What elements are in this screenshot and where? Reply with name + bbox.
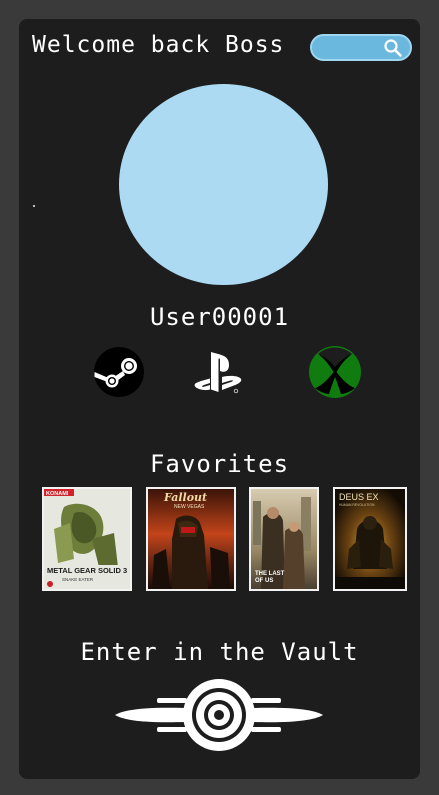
vault-boy-gear-icon[interactable] [113,677,325,753]
search-bar[interactable] [310,34,412,61]
the-last-of-us-cover[interactable]: THE LAST OF US [249,487,319,591]
enter-vault-label: Enter in the Vault [80,638,359,666]
steam-icon[interactable] [93,346,145,398]
deus-ex-cover[interactable]: DEUS EX HUMAN REVOLUTION [333,487,407,591]
cover-subtitle: NEW VEGAS [174,504,205,510]
playstation-icon[interactable] [192,350,244,396]
favorites-heading: Favorites [149,450,290,478]
avatar[interactable] [119,84,328,285]
cover-subtitle: OF US [255,578,273,584]
cover-title: DEUS EX [339,492,379,502]
device-frame: Welcome back Boss User00001 Favorites KO… [0,0,439,795]
fallout-new-vegas-cover[interactable]: Fallout NEW VEGAS [146,487,236,591]
metal-gear-solid-3-cover[interactable]: KONAMI METAL GEAR SOLID 3 SNAKE EATER [42,487,132,591]
cover-title: THE LAST [255,571,285,577]
username-label: User00001 [149,303,290,331]
cover-title: METAL GEAR SOLID 3 [47,566,127,575]
search-icon[interactable] [383,38,403,58]
welcome-heading: Welcome back Boss [32,32,285,58]
xbox-icon[interactable] [307,344,363,400]
cover-subtitle: HUMAN REVOLUTION [339,503,375,507]
cover-subtitle: SNAKE EATER [62,577,94,582]
decorative-dot [33,205,35,207]
cover-title: Fallout [163,491,207,504]
konami-logo: KONAMI [46,491,69,497]
search-input[interactable] [320,39,386,59]
app-screen: Welcome back Boss User00001 Favorites KO… [19,19,420,779]
